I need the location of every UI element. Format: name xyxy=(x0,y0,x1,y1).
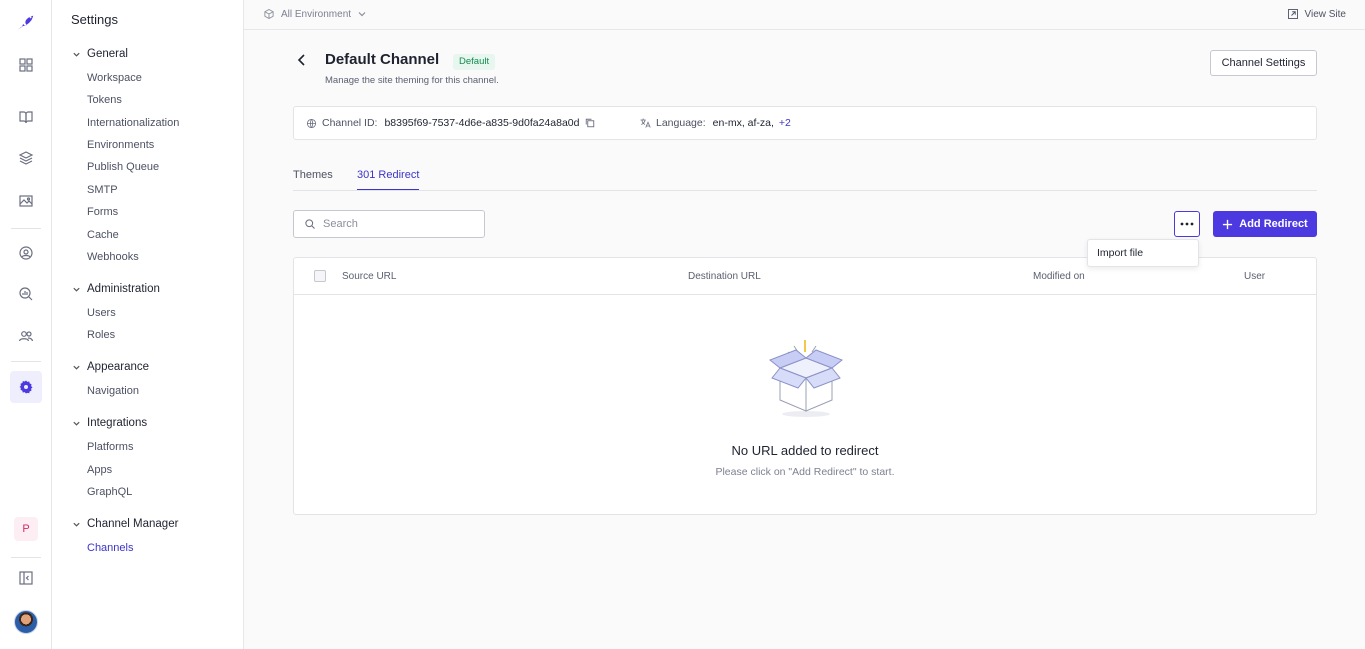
channel-id-value: b8395f69-7537-4d6e-a835-9d0fa24a8a0d xyxy=(384,117,580,129)
page-title: Default Channel xyxy=(325,51,440,68)
sidebar-item-channels[interactable]: Channels xyxy=(87,542,133,554)
group-label: Administration xyxy=(87,283,160,295)
settings-sidebar: Settings General Workspace Tokens Intern… xyxy=(52,0,244,649)
language-values: en-mx, af-za, xyxy=(712,117,774,129)
view-site-link[interactable]: View Site xyxy=(1287,8,1346,20)
sidebar-item-navigation[interactable]: Navigation xyxy=(87,385,139,397)
layers-icon[interactable] xyxy=(10,142,42,174)
language-more-link[interactable]: +2 xyxy=(779,117,791,129)
channel-info-bar: Channel ID: b8395f69-7537-4d6e-a835-9d0f… xyxy=(293,106,1317,140)
rail-divider xyxy=(11,557,41,558)
user-avatar[interactable] xyxy=(14,610,38,634)
copy-icon[interactable] xyxy=(584,117,596,129)
empty-state-title: No URL added to redirect xyxy=(731,443,879,458)
chevron-down-icon xyxy=(73,522,80,527)
add-redirect-label: Add Redirect xyxy=(1239,218,1308,230)
add-redirect-button[interactable]: Add Redirect xyxy=(1213,211,1317,237)
group-label: General xyxy=(87,48,128,60)
sidebar-item-cache[interactable]: Cache xyxy=(87,229,119,241)
environment-selector[interactable]: All Environment xyxy=(263,8,367,20)
channel-id-info: Channel ID: b8395f69-7537-4d6e-a835-9d0f… xyxy=(306,117,596,129)
chevron-down-icon xyxy=(73,52,80,57)
sidebar-group-channel-manager[interactable]: Channel Manager xyxy=(72,518,178,530)
users-icon[interactable] xyxy=(10,320,42,352)
group-label: Integrations xyxy=(87,417,148,429)
collapse-panel-icon[interactable] xyxy=(10,562,42,594)
settings-gear-icon[interactable] xyxy=(10,371,42,403)
environment-label: All Environment xyxy=(281,8,352,20)
sidebar-item-platforms[interactable]: Platforms xyxy=(87,441,133,453)
sidebar-group-general[interactable]: General xyxy=(72,48,128,60)
chevron-down-icon xyxy=(73,421,80,426)
sidebar-group-appearance[interactable]: Appearance xyxy=(72,361,149,373)
external-link-icon xyxy=(1288,9,1299,19)
more-options-button[interactable] xyxy=(1174,211,1200,237)
menu-item-import-file[interactable]: Import file xyxy=(1097,247,1143,259)
sidebar-item-tokens[interactable]: Tokens xyxy=(87,94,122,106)
more-options-menu: Import file xyxy=(1087,239,1199,267)
top-bar: All Environment View Site xyxy=(244,0,1365,30)
rail-divider xyxy=(11,228,41,229)
workspace-avatar[interactable]: P xyxy=(14,517,38,541)
globe-icon xyxy=(306,118,317,128)
language-info: Language: en-mx, af-za, +2 xyxy=(639,117,791,129)
analytics-icon[interactable] xyxy=(10,278,42,310)
column-user[interactable]: User xyxy=(1244,271,1265,282)
sidebar-item-publish-queue[interactable]: Publish Queue xyxy=(87,161,159,173)
tab-301-redirect[interactable]: 301 Redirect xyxy=(357,169,420,190)
sidebar-item-roles[interactable]: Roles xyxy=(87,329,115,341)
sidebar-item-forms[interactable]: Forms xyxy=(87,206,118,218)
logo-bird-icon[interactable] xyxy=(10,6,42,38)
column-source-url[interactable]: Source URL xyxy=(342,271,396,282)
group-label: Channel Manager xyxy=(87,518,179,530)
sidebar-item-smtp[interactable]: SMTP xyxy=(87,184,118,196)
sidebar-item-apps[interactable]: Apps xyxy=(87,464,112,476)
sidebar-item-workspace[interactable]: Workspace xyxy=(87,72,142,84)
translate-icon xyxy=(640,118,651,128)
select-all-checkbox[interactable] xyxy=(314,270,326,282)
search-icon xyxy=(305,219,315,229)
sidebar-item-environments[interactable]: Environments xyxy=(87,139,154,151)
channel-settings-button[interactable]: Channel Settings xyxy=(1210,50,1317,76)
channel-id-label: Channel ID: xyxy=(322,117,378,129)
view-site-label: View Site xyxy=(1304,8,1346,20)
icon-rail: P xyxy=(0,0,52,649)
sidebar-item-users[interactable]: Users xyxy=(87,307,116,319)
group-label: Appearance xyxy=(87,361,150,373)
back-arrow-icon[interactable] xyxy=(294,52,310,68)
more-horizontal-icon xyxy=(1180,222,1194,226)
chevron-down-icon xyxy=(73,287,80,292)
sidebar-group-administration[interactable]: Administration xyxy=(72,283,160,295)
chevron-down-icon xyxy=(358,12,366,17)
tab-bar: Themes 301 Redirect xyxy=(293,163,1317,191)
tab-themes[interactable]: Themes xyxy=(293,169,333,189)
search-box xyxy=(293,210,485,238)
rail-divider xyxy=(11,361,41,362)
empty-box-icon xyxy=(769,340,843,417)
sidebar-title: Settings xyxy=(71,12,118,27)
chevron-down-icon xyxy=(73,365,80,370)
empty-state-subtitle: Please click on "Add Redirect" to start. xyxy=(715,466,895,478)
plus-icon xyxy=(1223,219,1233,229)
sidebar-item-graphql[interactable]: GraphQL xyxy=(87,486,132,498)
column-destination-url[interactable]: Destination URL xyxy=(688,271,761,282)
sidebar-item-internationalization[interactable]: Internationalization xyxy=(87,117,179,129)
sidebar-item-webhooks[interactable]: Webhooks xyxy=(87,251,139,263)
dashboard-grid-icon[interactable] xyxy=(10,49,42,81)
language-label: Language: xyxy=(656,117,706,129)
cube-icon xyxy=(264,8,274,20)
user-circle-icon[interactable] xyxy=(10,237,42,269)
book-icon[interactable] xyxy=(10,101,42,133)
image-icon[interactable] xyxy=(10,185,42,217)
sidebar-group-integrations[interactable]: Integrations xyxy=(72,417,147,429)
search-input[interactable] xyxy=(323,218,473,230)
status-badge: Default xyxy=(453,54,496,70)
page-subtitle: Manage the site theming for this channel… xyxy=(325,75,499,86)
column-modified-on[interactable]: Modified on xyxy=(1033,271,1085,282)
redirect-table: Source URL Destination URL Modified on U… xyxy=(293,257,1317,515)
